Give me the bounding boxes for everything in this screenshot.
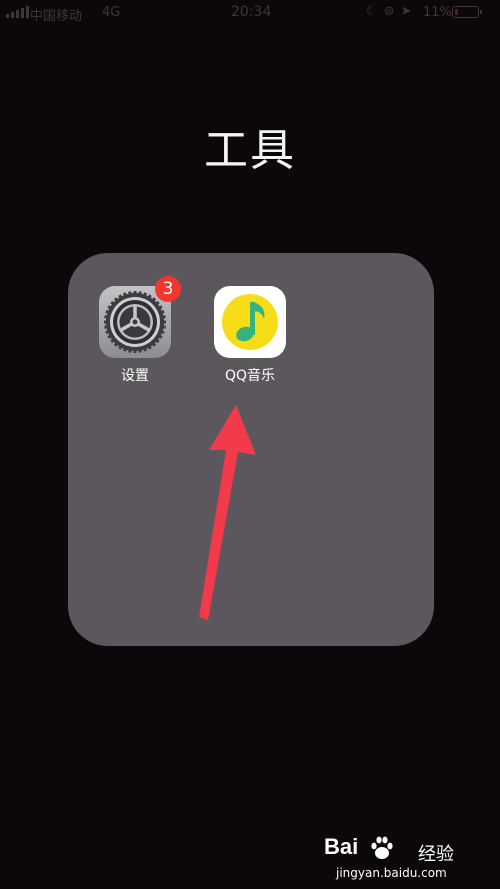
watermark-url: jingyan.baidu.com [336,866,447,880]
watermark-service: 经验 [418,844,454,865]
baidu-jingyan-watermark: Bai 经验 jingyan.baidu.com [324,834,500,889]
home-screen: 中国移动 4G 20:34 ☾⊚➤ 11% 工具 3 设置 QQ音乐 Bai 经… [0,0,500,889]
baidu-paw-icon [371,836,393,859]
arrow-shape [199,405,256,620]
annotation-arrow [199,405,256,620]
watermark-brand: Bai [324,834,359,859]
